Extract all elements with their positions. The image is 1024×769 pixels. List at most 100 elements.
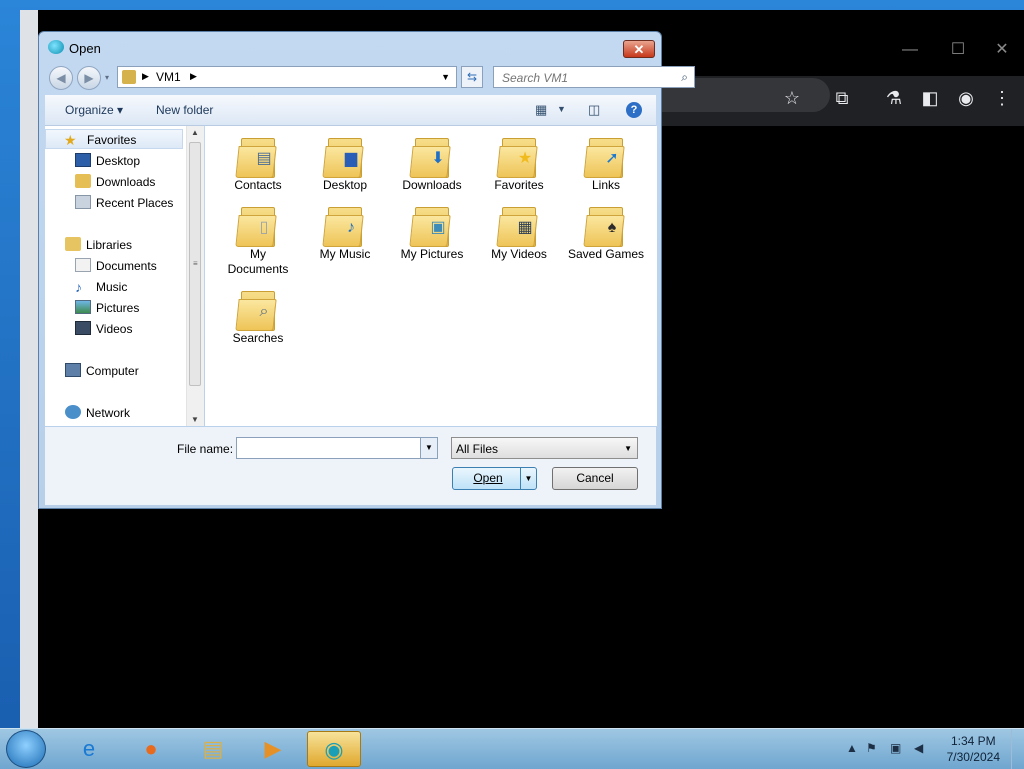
close-button[interactable]: ✕ (623, 40, 655, 58)
search-input[interactable] (500, 69, 674, 87)
grip-icon: ≡ (193, 259, 198, 268)
folder-label: Contacts (234, 178, 282, 192)
address-dropdown-icon[interactable]: ▼ (441, 72, 450, 82)
contacts-folder-icon: ▤ (235, 134, 279, 178)
music-note-icon: ♪ (75, 279, 82, 295)
app-icon (48, 40, 64, 54)
favorites-folder-icon: ★ (496, 134, 540, 178)
videos-icon (75, 321, 91, 335)
pictures-folder-icon: ▣ (409, 203, 453, 247)
internet-explorer-icon[interactable]: e (62, 731, 116, 767)
star-icon: ★ (64, 132, 77, 148)
folder-item[interactable]: ▦ My Videos (480, 203, 558, 262)
file-name-label: File name: (177, 442, 234, 456)
file-name-input[interactable] (239, 440, 423, 458)
music-folder-icon: ♪ (322, 203, 366, 247)
nav-label: Desktop (96, 154, 141, 168)
open-label: Open (473, 471, 503, 485)
nav-label: Libraries (86, 238, 133, 252)
pictures-icon (75, 300, 91, 314)
clock[interactable]: 1:34 PM 7/30/2024 (947, 733, 1000, 765)
search-box[interactable]: ⌕ (493, 66, 695, 88)
folder-item[interactable]: ▯ My Documents (219, 203, 297, 277)
view-dropdown-icon[interactable]: ▼ (557, 104, 566, 114)
command-bar: Organize ▾ New folder ▦ ▼ ◫ ? (45, 95, 656, 126)
navigation-row: ◀ ▶ ▾ ▶ VM1 ▶ ▼ ⇆ ⌕ (47, 66, 695, 90)
videos-folder-icon: ▦ (496, 203, 540, 247)
new-folder-button[interactable]: New folder (156, 103, 213, 117)
navigation-pane: ★ Favorites Desktop Downloads Recent Pla… (45, 126, 204, 426)
start-button[interactable] (6, 730, 46, 768)
file-type-select[interactable]: All Files ▼ (451, 437, 638, 459)
folder-item[interactable]: ▆ Desktop (306, 134, 384, 193)
network-tray-icon[interactable]: ▣ (890, 741, 901, 755)
help-icon[interactable]: ? (626, 102, 642, 118)
nav-label: Computer (86, 364, 139, 378)
preview-pane-icon[interactable]: ◫ (588, 102, 600, 118)
file-name-combobox[interactable]: ▼ (236, 437, 438, 459)
folder-item[interactable]: ▣ My Pictures (393, 203, 471, 262)
extensions-icon[interactable]: ⧉ (830, 86, 854, 110)
folder-item[interactable]: ♪ My Music (306, 203, 384, 262)
search-icon[interactable]: ⌕ (681, 70, 688, 85)
maximize-icon[interactable]: ☐ (948, 40, 968, 60)
folder-item[interactable]: ⌕ Searches (219, 287, 297, 346)
folder-item[interactable]: ★ Favorites (480, 134, 558, 193)
minimize-icon[interactable]: — (900, 40, 920, 60)
folder-item[interactable]: ♠ Saved Games (567, 203, 645, 262)
labs-flask-icon[interactable]: ⚗ (882, 86, 906, 110)
firefox-icon[interactable]: ● (124, 731, 178, 767)
clock-time: 1:34 PM (950, 734, 996, 748)
address-breadcrumb[interactable]: ▶ VM1 ▶ ▼ (117, 66, 457, 88)
nav-item-favorites[interactable]: ★ Favorites (45, 129, 183, 149)
menu-kebab-icon[interactable]: ⋮ (990, 86, 1014, 110)
folder-item[interactable]: ➚ Links (567, 134, 645, 193)
back-button[interactable]: ◀ (49, 66, 73, 90)
volume-muted-icon[interactable]: ◀ (914, 741, 923, 755)
breadcrumb-vm1[interactable]: VM1 (156, 70, 181, 84)
show-hidden-icons-icon[interactable]: ▲ (846, 741, 858, 755)
folder-label: Downloads (402, 178, 462, 192)
taskbar: e ● ▤ ▶ ◉ ▲ ⚑ ▣ ◀ 1:34 PM 7/30/2024 (0, 728, 1024, 769)
desktop-icon (75, 153, 91, 167)
computer-icon (65, 363, 81, 377)
breadcrumb-arrow-icon[interactable]: ▶ (142, 71, 149, 82)
media-player-icon[interactable]: ▶ (246, 731, 300, 767)
clock-date: 7/30/2024 (946, 750, 1000, 764)
open-button[interactable]: Open ▼ (452, 467, 537, 490)
bookmark-star-icon[interactable]: ☆ (780, 86, 804, 110)
profile-avatar-icon[interactable]: ◉ (954, 86, 978, 110)
folder-item[interactable]: ▤ Contacts (219, 134, 297, 193)
folder-content: ▤ Contacts ▆ Desktop ⬇ Downloads ★ Favor… (205, 126, 657, 426)
nav-label: Videos (96, 322, 133, 336)
refresh-button[interactable]: ⇆ (461, 66, 483, 88)
change-view-icon[interactable]: ▦ (535, 102, 547, 118)
organize-menu[interactable]: Organize ▾ (65, 103, 123, 117)
breadcrumb-arrow-icon[interactable]: ▶ (190, 71, 197, 82)
side-panel-icon[interactable]: ◧ (918, 86, 942, 110)
show-desktop-button[interactable] (1011, 729, 1024, 769)
documents-icon (75, 258, 91, 272)
open-options-dropdown-icon[interactable]: ▼ (520, 468, 536, 489)
cancel-button[interactable]: Cancel (552, 467, 638, 490)
nav-scrollbar[interactable]: ▲ ≡ ▼ (186, 126, 204, 426)
file-name-dropdown-icon[interactable]: ▼ (420, 438, 437, 458)
libraries-icon (65, 237, 81, 251)
scroll-thumb[interactable]: ≡ (189, 142, 201, 386)
active-app-icon[interactable]: ◉ (307, 731, 361, 767)
nav-label: Documents (96, 259, 157, 273)
scroll-up-icon[interactable]: ▲ (191, 128, 199, 137)
desktop-folder-icon: ▆ (322, 134, 366, 178)
close-window-icon[interactable]: ✕ (992, 40, 1012, 60)
dialog-titlebar[interactable]: Open ✕ (39, 32, 661, 62)
file-explorer-icon[interactable]: ▤ (186, 731, 240, 767)
folder-label: Links (591, 178, 620, 192)
scroll-down-icon[interactable]: ▼ (191, 415, 199, 424)
forward-button[interactable]: ▶ (77, 66, 101, 90)
folder-label: My Documents (227, 247, 289, 276)
action-center-flag-icon[interactable]: ⚑ (866, 741, 877, 755)
recent-places-icon (75, 195, 91, 209)
folder-item[interactable]: ⬇ Downloads (393, 134, 471, 193)
recent-locations-dropdown[interactable]: ▾ (105, 73, 109, 82)
open-dialog: Open ✕ ◀ ▶ ▾ ▶ VM1 ▶ ▼ ⇆ ⌕ Organize ▾ Ne… (38, 31, 695, 509)
